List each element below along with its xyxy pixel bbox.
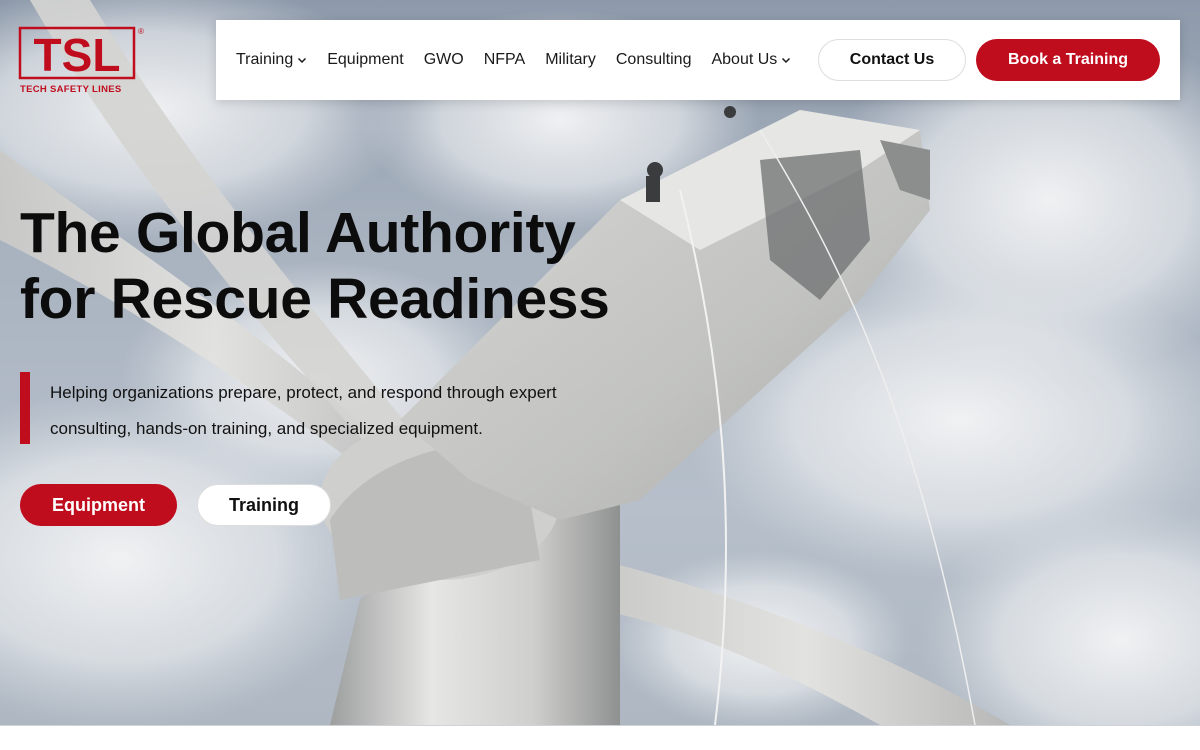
chevron-down-icon (782, 57, 791, 64)
chevron-down-icon (298, 57, 307, 64)
nav-item-label: Consulting (615, 51, 692, 68)
hero-section: TSL ® TECH SAFETY LINES Training Equipme… (0, 0, 1200, 725)
hero-subtext-block: Helping organizations prepare, protect, … (20, 372, 640, 444)
wind-turbine-background-image (0, 0, 1200, 725)
nav-actions: Contact Us Book a Training (818, 39, 1160, 81)
contact-us-button[interactable]: Contact Us (818, 39, 966, 81)
hero-headline-line1: The Global Authority (20, 201, 576, 265)
hero-subtext: Helping organizations prepare, protect, … (50, 383, 557, 438)
nav-item-about-us[interactable]: About Us (711, 51, 791, 69)
equipment-button[interactable]: Equipment (20, 484, 177, 526)
page-bottom-strip (0, 725, 1200, 750)
nav-item-label: Equipment (327, 51, 404, 68)
nav-item-military[interactable]: Military (545, 51, 596, 69)
nav-item-consulting[interactable]: Consulting (616, 51, 692, 69)
main-navigation: Training Equipment GWO NFPA Military Con… (216, 20, 1180, 100)
nav-item-label: NFPA (483, 51, 526, 68)
nav-links: Training Equipment GWO NFPA Military Con… (236, 51, 791, 69)
tsl-logo[interactable]: TSL ® TECH SAFETY LINES (18, 26, 144, 96)
nav-item-equipment[interactable]: Equipment (327, 51, 404, 69)
logo-tagline: TECH SAFETY LINES (20, 84, 122, 95)
nav-item-label: Training (236, 51, 294, 68)
hero-headline: The Global Authority for Rescue Readines… (20, 200, 720, 332)
nav-item-training[interactable]: Training (236, 51, 307, 69)
accent-bar (20, 372, 30, 444)
hero-headline-line2: for Rescue Readiness (20, 267, 610, 331)
nav-item-label: GWO (423, 51, 464, 68)
nav-item-label: About Us (711, 51, 778, 68)
nav-item-gwo[interactable]: GWO (424, 51, 464, 69)
logo-registered-mark: ® (138, 27, 144, 36)
training-button[interactable]: Training (197, 484, 331, 526)
logo-text: TSL (34, 29, 121, 81)
nav-item-label: Military (545, 51, 596, 68)
book-a-training-button[interactable]: Book a Training (976, 39, 1160, 81)
nav-item-nfpa[interactable]: NFPA (484, 51, 525, 69)
